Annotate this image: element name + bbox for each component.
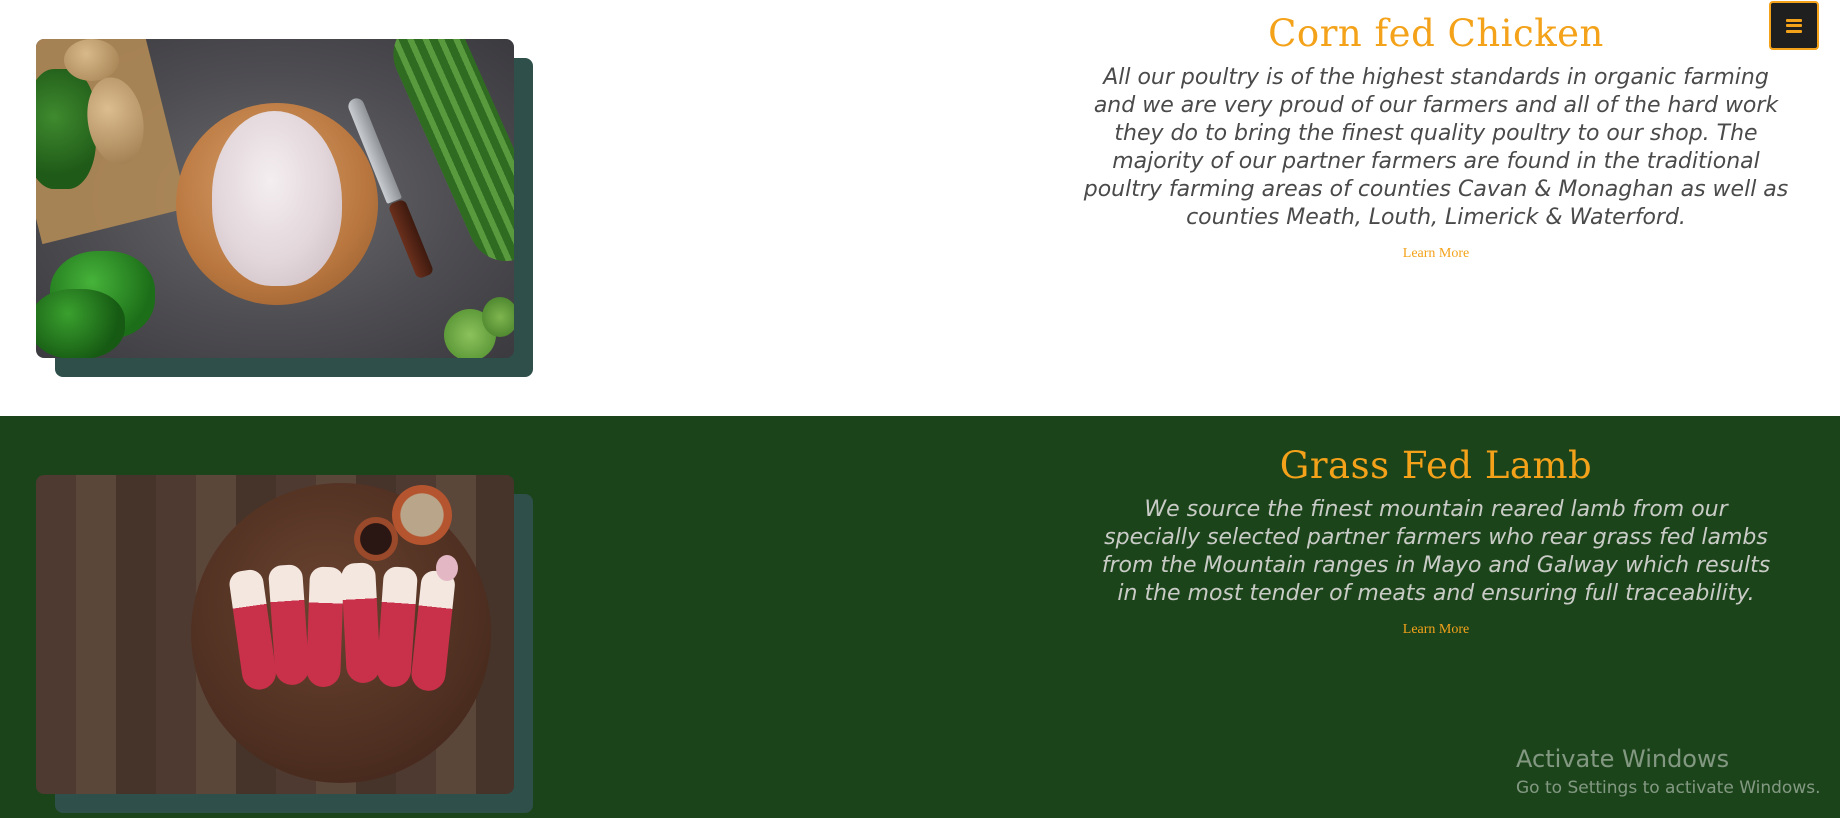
knife-handle — [387, 198, 435, 280]
hamburger-menu-icon — [1786, 18, 1802, 33]
herbs — [36, 69, 96, 189]
lamb-photo — [36, 475, 514, 794]
windows-activation-watermark: Activate Windows Go to Settings to activ… — [1516, 742, 1821, 800]
section-description: We source the finest mountain reared lam… — [1101, 497, 1771, 606]
lamb-text-block: Grass Fed Lamb We source the finest moun… — [1080, 440, 1792, 638]
green-pepper — [36, 289, 125, 358]
raw-chicken — [212, 111, 342, 286]
lamb-chop — [305, 566, 345, 688]
section-title: Corn fed Chicken — [1268, 12, 1604, 55]
watermark-subtitle: Go to Settings to activate Windows. — [1516, 778, 1821, 798]
pepper-bowl — [354, 517, 398, 561]
watermark-title: Activate Windows — [1516, 745, 1730, 773]
chicken-image-card — [36, 39, 533, 377]
spice-bowl — [392, 485, 452, 545]
chicken-section: Corn fed Chicken All our poultry is of t… — [0, 0, 1840, 416]
learn-more-link[interactable]: Learn More — [1403, 622, 1469, 638]
garlic — [436, 555, 458, 581]
potato — [64, 39, 119, 81]
section-title: Grass Fed Lamb — [1279, 444, 1593, 487]
lamb-chop — [340, 562, 382, 684]
broccoli — [482, 297, 514, 337]
lamb-image-card — [36, 475, 533, 813]
learn-more-link[interactable]: Learn More — [1403, 246, 1469, 262]
chicken-text-block: Corn fed Chicken All our poultry is of t… — [1080, 8, 1792, 262]
section-description: All our poultry is of the highest standa… — [1083, 65, 1789, 230]
menu-toggle-button[interactable] — [1769, 1, 1819, 50]
chicken-photo — [36, 39, 514, 358]
